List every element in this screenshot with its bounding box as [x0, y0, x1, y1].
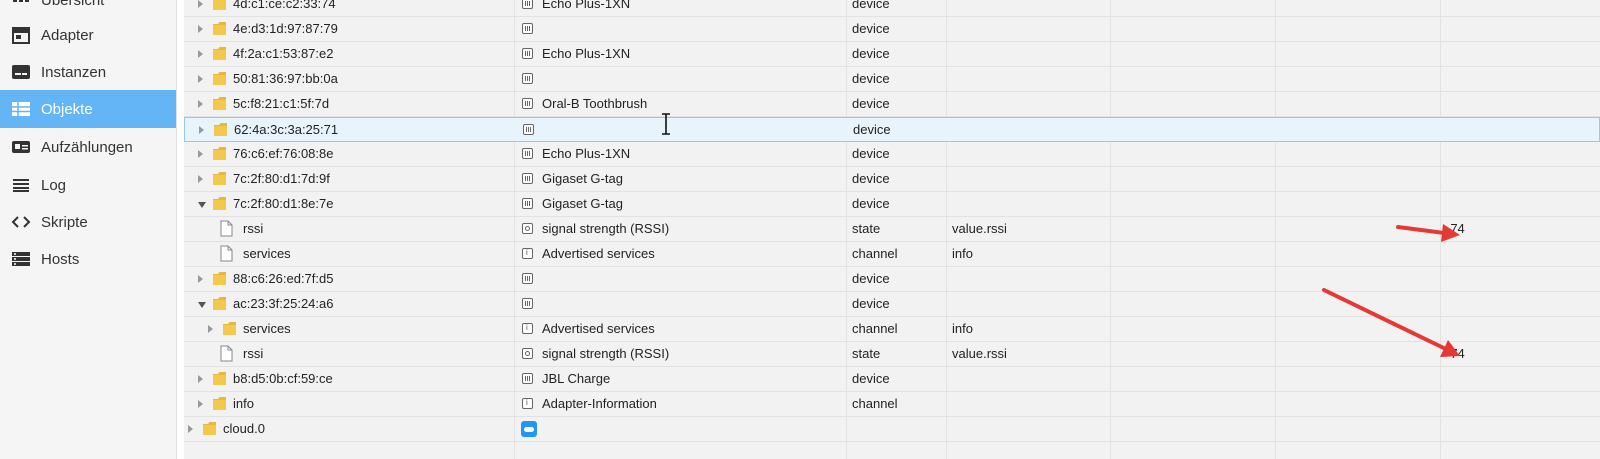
text-cursor-icon: [662, 113, 670, 135]
red-arrow-icon: [1396, 224, 1460, 242]
red-arrow-icon: [1322, 288, 1460, 357]
annotation-arrows: [1322, 224, 1460, 357]
